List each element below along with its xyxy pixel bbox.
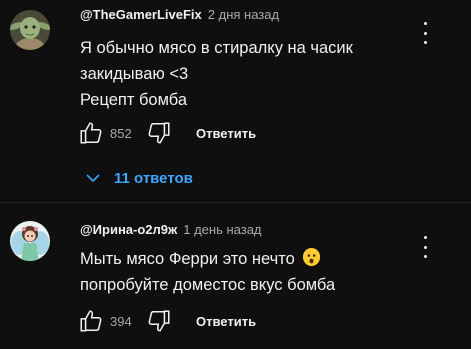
- comment-line: Мыть мясо Ферри это нечто: [80, 246, 335, 272]
- reply-button[interactable]: Ответить: [196, 126, 256, 141]
- more-options-icon[interactable]: [418, 236, 432, 258]
- fairy-avatar[interactable]: [10, 221, 50, 261]
- comment-line: закидываю <3: [80, 65, 189, 83]
- divider: [0, 202, 471, 203]
- astonished-face-emoji: [303, 248, 321, 266]
- comment-header: @Ирина-о2л9ж 1 день назад: [80, 222, 262, 237]
- reply-button[interactable]: Ответить: [196, 314, 256, 329]
- comment-actions: 852 Ответить: [78, 120, 256, 146]
- like-count: 852: [110, 125, 132, 141]
- like-count: 394: [110, 313, 132, 329]
- comment-text: Мыть мясо Ферри это нечто попробуйте дом…: [80, 246, 335, 298]
- comment-author[interactable]: @Ирина-о2л9ж: [80, 222, 177, 237]
- replies-count: 11 ответов: [114, 169, 193, 187]
- chevron-down-icon: [86, 170, 100, 187]
- yoda-avatar[interactable]: [10, 10, 50, 50]
- comment-actions: 394 Ответить: [78, 308, 256, 334]
- comment-line-text: Мыть мясо Ферри это нечто: [80, 250, 295, 268]
- comment-line: Я обычно мясо в стиралку на часик: [80, 39, 353, 57]
- thumbs-up-icon[interactable]: [78, 308, 104, 334]
- comment-author[interactable]: @TheGamerLiveFix: [80, 7, 202, 22]
- comment-line: попробуйте доместос вкус бомба: [80, 276, 336, 294]
- comment-time[interactable]: 2 дня назад: [208, 7, 279, 22]
- comment-text: Я обычно мясо в стиралку на часик закиды…: [80, 35, 353, 113]
- thumbs-down-icon[interactable]: [146, 120, 172, 146]
- show-replies-button[interactable]: 11 ответов: [86, 164, 193, 192]
- more-options-icon[interactable]: [418, 22, 432, 44]
- comment-time[interactable]: 1 день назад: [183, 222, 261, 237]
- thumbs-down-icon[interactable]: [146, 308, 172, 334]
- comment-header: @TheGamerLiveFix 2 дня назад: [80, 7, 279, 22]
- thumbs-up-icon[interactable]: [78, 120, 104, 146]
- comment-line: Рецепт бомба: [80, 91, 188, 109]
